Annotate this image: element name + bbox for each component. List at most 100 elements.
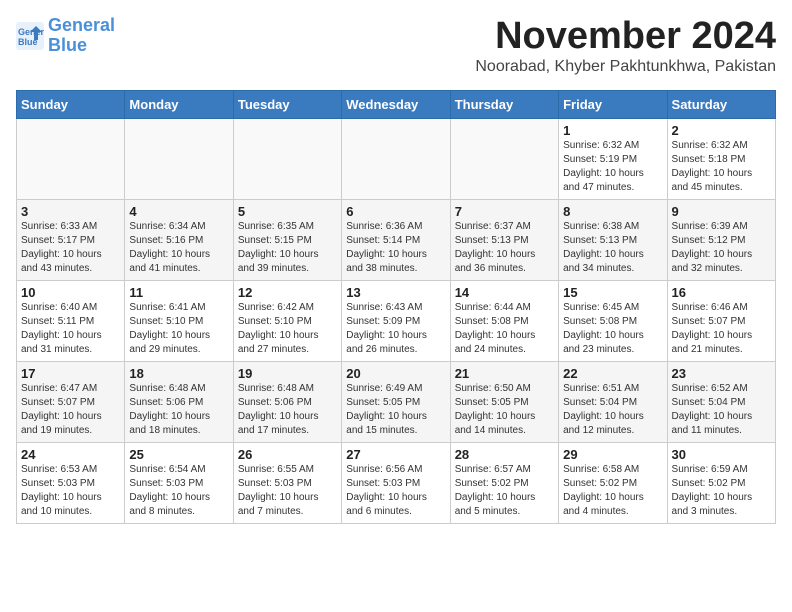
day-number: 22 bbox=[563, 366, 662, 381]
day-number: 27 bbox=[346, 447, 445, 462]
logo-icon: General Blue bbox=[16, 22, 44, 50]
day-info: Sunrise: 6:49 AM Sunset: 5:05 PM Dayligh… bbox=[346, 382, 445, 438]
weekday-header-thursday: Thursday bbox=[450, 90, 558, 118]
day-number: 21 bbox=[455, 366, 554, 381]
calendar-cell: 29Sunrise: 6:58 AM Sunset: 5:02 PM Dayli… bbox=[559, 442, 667, 523]
day-number: 10 bbox=[21, 285, 120, 300]
day-number: 17 bbox=[21, 366, 120, 381]
day-info: Sunrise: 6:41 AM Sunset: 5:10 PM Dayligh… bbox=[129, 301, 228, 357]
day-number: 4 bbox=[129, 204, 228, 219]
calendar-cell: 10Sunrise: 6:40 AM Sunset: 5:11 PM Dayli… bbox=[17, 280, 125, 361]
calendar-week-row: 10Sunrise: 6:40 AM Sunset: 5:11 PM Dayli… bbox=[17, 280, 776, 361]
calendar-cell bbox=[233, 118, 341, 199]
calendar-week-row: 3Sunrise: 6:33 AM Sunset: 5:17 PM Daylig… bbox=[17, 199, 776, 280]
month-title: November 2024 bbox=[475, 16, 776, 58]
weekday-header-sunday: Sunday bbox=[17, 90, 125, 118]
calendar-week-row: 17Sunrise: 6:47 AM Sunset: 5:07 PM Dayli… bbox=[17, 361, 776, 442]
calendar-cell: 5Sunrise: 6:35 AM Sunset: 5:15 PM Daylig… bbox=[233, 199, 341, 280]
day-info: Sunrise: 6:38 AM Sunset: 5:13 PM Dayligh… bbox=[563, 220, 662, 276]
day-info: Sunrise: 6:36 AM Sunset: 5:14 PM Dayligh… bbox=[346, 220, 445, 276]
calendar-cell: 23Sunrise: 6:52 AM Sunset: 5:04 PM Dayli… bbox=[667, 361, 775, 442]
day-info: Sunrise: 6:52 AM Sunset: 5:04 PM Dayligh… bbox=[672, 382, 771, 438]
page-header: General Blue General Blue November 2024 … bbox=[16, 16, 776, 84]
day-info: Sunrise: 6:35 AM Sunset: 5:15 PM Dayligh… bbox=[238, 220, 337, 276]
day-info: Sunrise: 6:58 AM Sunset: 5:02 PM Dayligh… bbox=[563, 463, 662, 519]
day-number: 12 bbox=[238, 285, 337, 300]
day-number: 29 bbox=[563, 447, 662, 462]
calendar-cell: 27Sunrise: 6:56 AM Sunset: 5:03 PM Dayli… bbox=[342, 442, 450, 523]
day-number: 25 bbox=[129, 447, 228, 462]
location-title: Noorabad, Khyber Pakhtunkhwa, Pakistan bbox=[475, 58, 776, 76]
day-number: 19 bbox=[238, 366, 337, 381]
weekday-header-tuesday: Tuesday bbox=[233, 90, 341, 118]
logo-general: General bbox=[48, 15, 115, 35]
day-info: Sunrise: 6:37 AM Sunset: 5:13 PM Dayligh… bbox=[455, 220, 554, 276]
day-info: Sunrise: 6:46 AM Sunset: 5:07 PM Dayligh… bbox=[672, 301, 771, 357]
calendar-cell: 7Sunrise: 6:37 AM Sunset: 5:13 PM Daylig… bbox=[450, 199, 558, 280]
day-info: Sunrise: 6:47 AM Sunset: 5:07 PM Dayligh… bbox=[21, 382, 120, 438]
day-number: 30 bbox=[672, 447, 771, 462]
day-number: 5 bbox=[238, 204, 337, 219]
calendar-cell: 28Sunrise: 6:57 AM Sunset: 5:02 PM Dayli… bbox=[450, 442, 558, 523]
day-number: 1 bbox=[563, 123, 662, 138]
day-info: Sunrise: 6:43 AM Sunset: 5:09 PM Dayligh… bbox=[346, 301, 445, 357]
day-number: 23 bbox=[672, 366, 771, 381]
calendar-cell: 14Sunrise: 6:44 AM Sunset: 5:08 PM Dayli… bbox=[450, 280, 558, 361]
calendar-cell: 25Sunrise: 6:54 AM Sunset: 5:03 PM Dayli… bbox=[125, 442, 233, 523]
day-number: 8 bbox=[563, 204, 662, 219]
logo-text: General Blue bbox=[48, 16, 115, 56]
calendar-body: 1Sunrise: 6:32 AM Sunset: 5:19 PM Daylig… bbox=[17, 118, 776, 523]
calendar-cell: 11Sunrise: 6:41 AM Sunset: 5:10 PM Dayli… bbox=[125, 280, 233, 361]
calendar-cell: 21Sunrise: 6:50 AM Sunset: 5:05 PM Dayli… bbox=[450, 361, 558, 442]
day-info: Sunrise: 6:32 AM Sunset: 5:19 PM Dayligh… bbox=[563, 139, 662, 195]
day-info: Sunrise: 6:53 AM Sunset: 5:03 PM Dayligh… bbox=[21, 463, 120, 519]
day-info: Sunrise: 6:56 AM Sunset: 5:03 PM Dayligh… bbox=[346, 463, 445, 519]
calendar-cell: 1Sunrise: 6:32 AM Sunset: 5:19 PM Daylig… bbox=[559, 118, 667, 199]
calendar-cell: 16Sunrise: 6:46 AM Sunset: 5:07 PM Dayli… bbox=[667, 280, 775, 361]
calendar-cell: 12Sunrise: 6:42 AM Sunset: 5:10 PM Dayli… bbox=[233, 280, 341, 361]
day-info: Sunrise: 6:54 AM Sunset: 5:03 PM Dayligh… bbox=[129, 463, 228, 519]
day-number: 14 bbox=[455, 285, 554, 300]
calendar-cell: 6Sunrise: 6:36 AM Sunset: 5:14 PM Daylig… bbox=[342, 199, 450, 280]
calendar-cell bbox=[125, 118, 233, 199]
day-info: Sunrise: 6:39 AM Sunset: 5:12 PM Dayligh… bbox=[672, 220, 771, 276]
day-number: 26 bbox=[238, 447, 337, 462]
day-number: 16 bbox=[672, 285, 771, 300]
calendar-cell: 30Sunrise: 6:59 AM Sunset: 5:02 PM Dayli… bbox=[667, 442, 775, 523]
day-info: Sunrise: 6:50 AM Sunset: 5:05 PM Dayligh… bbox=[455, 382, 554, 438]
calendar-cell: 2Sunrise: 6:32 AM Sunset: 5:18 PM Daylig… bbox=[667, 118, 775, 199]
day-number: 18 bbox=[129, 366, 228, 381]
day-info: Sunrise: 6:33 AM Sunset: 5:17 PM Dayligh… bbox=[21, 220, 120, 276]
calendar-header: SundayMondayTuesdayWednesdayThursdayFrid… bbox=[17, 90, 776, 118]
day-info: Sunrise: 6:48 AM Sunset: 5:06 PM Dayligh… bbox=[129, 382, 228, 438]
calendar-cell: 17Sunrise: 6:47 AM Sunset: 5:07 PM Dayli… bbox=[17, 361, 125, 442]
day-info: Sunrise: 6:51 AM Sunset: 5:04 PM Dayligh… bbox=[563, 382, 662, 438]
calendar-cell: 20Sunrise: 6:49 AM Sunset: 5:05 PM Dayli… bbox=[342, 361, 450, 442]
day-info: Sunrise: 6:42 AM Sunset: 5:10 PM Dayligh… bbox=[238, 301, 337, 357]
day-number: 9 bbox=[672, 204, 771, 219]
logo-blue: Blue bbox=[48, 35, 87, 55]
day-number: 24 bbox=[21, 447, 120, 462]
calendar-cell: 4Sunrise: 6:34 AM Sunset: 5:16 PM Daylig… bbox=[125, 199, 233, 280]
weekday-header-saturday: Saturday bbox=[667, 90, 775, 118]
day-number: 20 bbox=[346, 366, 445, 381]
calendar-cell: 19Sunrise: 6:48 AM Sunset: 5:06 PM Dayli… bbox=[233, 361, 341, 442]
day-number: 3 bbox=[21, 204, 120, 219]
weekday-header-monday: Monday bbox=[125, 90, 233, 118]
day-info: Sunrise: 6:48 AM Sunset: 5:06 PM Dayligh… bbox=[238, 382, 337, 438]
title-block: November 2024 Noorabad, Khyber Pakhtunkh… bbox=[475, 16, 776, 84]
day-info: Sunrise: 6:40 AM Sunset: 5:11 PM Dayligh… bbox=[21, 301, 120, 357]
day-number: 28 bbox=[455, 447, 554, 462]
calendar-table: SundayMondayTuesdayWednesdayThursdayFrid… bbox=[16, 90, 776, 524]
calendar-cell bbox=[450, 118, 558, 199]
day-info: Sunrise: 6:34 AM Sunset: 5:16 PM Dayligh… bbox=[129, 220, 228, 276]
calendar-cell: 24Sunrise: 6:53 AM Sunset: 5:03 PM Dayli… bbox=[17, 442, 125, 523]
day-info: Sunrise: 6:32 AM Sunset: 5:18 PM Dayligh… bbox=[672, 139, 771, 195]
calendar-cell bbox=[342, 118, 450, 199]
calendar-cell: 18Sunrise: 6:48 AM Sunset: 5:06 PM Dayli… bbox=[125, 361, 233, 442]
day-number: 13 bbox=[346, 285, 445, 300]
calendar-week-row: 24Sunrise: 6:53 AM Sunset: 5:03 PM Dayli… bbox=[17, 442, 776, 523]
day-info: Sunrise: 6:44 AM Sunset: 5:08 PM Dayligh… bbox=[455, 301, 554, 357]
calendar-cell: 13Sunrise: 6:43 AM Sunset: 5:09 PM Dayli… bbox=[342, 280, 450, 361]
weekday-header-row: SundayMondayTuesdayWednesdayThursdayFrid… bbox=[17, 90, 776, 118]
